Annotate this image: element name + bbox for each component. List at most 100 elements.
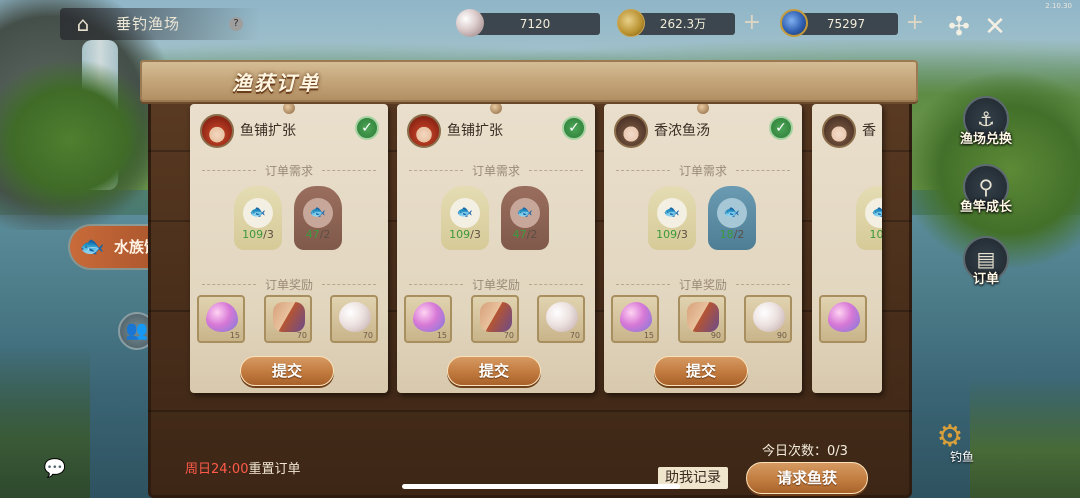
reward-heading: 订单奖励	[604, 276, 802, 293]
reward-qty: 70	[296, 331, 307, 340]
heart-gem-icon	[828, 302, 860, 332]
fish-icon: 🐟	[303, 198, 333, 228]
chat-icon[interactable]: 💬	[42, 458, 68, 480]
daily-attempts: 今日次数：0/3	[762, 444, 848, 459]
fishery-exchange-button[interactable]: ⚓ 渔场兑换	[958, 96, 1014, 147]
reward-item[interactable]: 90	[678, 295, 726, 343]
handshake-icon	[687, 302, 719, 332]
reward-qty: 90	[776, 331, 787, 340]
demand-heading: 订单需求	[190, 162, 388, 179]
rod-growth-label: 鱼竿成长	[959, 200, 1012, 215]
reward-qty: 90	[710, 331, 721, 340]
order-label: 订单	[972, 272, 999, 287]
fish-count: 109/3	[242, 228, 274, 241]
reward-qty: 70	[362, 331, 373, 340]
heart-gem-icon	[413, 302, 445, 332]
reward-item[interactable]: 15	[197, 295, 245, 343]
handshake-icon	[480, 302, 512, 332]
reward-qty: 70	[569, 331, 580, 340]
coin-value: 262.3万	[659, 17, 707, 31]
reeds-right	[970, 378, 1080, 498]
pearl-counter: 7120	[456, 9, 600, 37]
fish-count: 47/2	[512, 228, 538, 241]
demand-heading: 订单需求	[397, 162, 595, 179]
gem-counter: 75297 +	[780, 9, 924, 37]
panel-title: 渔获订单	[232, 71, 320, 95]
request-catch-button[interactable]: 请求鱼获	[746, 462, 868, 494]
reset-text: 重置订单	[248, 462, 301, 477]
fish-count: 47/2	[305, 228, 331, 241]
fish-icon: 🐟	[865, 198, 882, 228]
version-label: 2.10.30	[1045, 2, 1072, 10]
fish-icon: 🐟	[657, 198, 687, 228]
fish-slot[interactable]: 🐟 47/2	[294, 186, 342, 250]
heart-gem-icon	[620, 302, 652, 332]
avatar	[614, 114, 648, 148]
add-coin-button[interactable]: +	[743, 12, 761, 34]
order-card: 鱼铺扩张 ✓ 订单需求 🐟 109/3 🐟 47/2 订单奖励 15 70 70…	[190, 104, 388, 393]
fish-count: 109/3	[449, 228, 481, 241]
reward-qty: 15	[643, 331, 654, 340]
submit-button[interactable]: 提交	[654, 356, 748, 386]
fish-count: 109/3	[656, 228, 688, 241]
fish-slot[interactable]: 🐟 109/3	[648, 186, 696, 250]
fishery-exchange-label: 渔场兑换	[959, 132, 1012, 147]
fishing-button[interactable]: ⚙ 钓鱼	[920, 420, 980, 465]
help-icon[interactable]: ?	[229, 17, 243, 31]
reward-qty: 15	[229, 331, 240, 340]
pearl-icon	[546, 302, 578, 332]
reward-item[interactable]: 70	[330, 295, 378, 343]
reward-item[interactable]: 70	[537, 295, 585, 343]
check-icon: ✓	[769, 116, 793, 140]
order-button[interactable]: ▤ 订单	[958, 236, 1014, 287]
fish-slot[interactable]: 🐟 109	[856, 186, 882, 250]
pin-icon	[697, 104, 709, 114]
close-icon[interactable]: ✕	[980, 12, 1010, 42]
reward-item[interactable]: 90	[744, 295, 792, 343]
collapse-icon[interactable]: ✣	[944, 12, 974, 42]
fishing-label: 钓鱼	[949, 450, 974, 464]
gem-value: 75297	[826, 17, 866, 31]
fish-slot[interactable]: 🐟 109/3	[441, 186, 489, 250]
fish-icon: 🐟	[450, 198, 480, 228]
home-icon[interactable]: ⌂	[70, 12, 96, 36]
fish-icon: 🐟	[717, 198, 747, 228]
submit-button[interactable]: 提交	[240, 356, 334, 386]
check-icon: ✓	[355, 116, 379, 140]
fish-slot[interactable]: 🐟 47/2	[501, 186, 549, 250]
pin-icon	[283, 104, 295, 114]
reward-item[interactable]: 70	[264, 295, 312, 343]
pearl-value: 7120	[519, 17, 551, 31]
submit-button[interactable]: 提交	[447, 356, 541, 386]
reward-qty: 70	[503, 331, 514, 340]
order-name: 鱼铺扩张	[240, 123, 296, 139]
rod-growth-button[interactable]: ⚲ 鱼竿成长	[958, 164, 1014, 215]
handshake-icon	[273, 302, 305, 332]
fish-icon: 🐟	[243, 198, 273, 228]
reward-heading: 订单奖励	[190, 276, 388, 293]
heart-gem-icon	[206, 302, 238, 332]
order-name: 香浓鱼汤	[654, 123, 710, 139]
fish-slot[interactable]: 🐟 18/2	[708, 186, 756, 250]
area-name: 垂钓渔场	[116, 15, 181, 33]
reward-item[interactable]: 15	[611, 295, 659, 343]
fish-icon: 🐟	[79, 234, 105, 258]
fish-slot[interactable]: 🐟 109/3	[234, 186, 282, 250]
avatar	[822, 114, 856, 148]
avatar	[200, 114, 234, 148]
add-gem-button[interactable]: +	[906, 12, 924, 34]
reward-item[interactable]: 15	[404, 295, 452, 343]
coin-counter: 262.3万 +	[617, 9, 761, 37]
order-name: 鱼铺扩张	[447, 123, 503, 139]
fish-count: 18/2	[719, 228, 745, 241]
pearl-icon	[753, 302, 785, 332]
foliage-left	[0, 60, 160, 220]
pearl-icon	[339, 302, 371, 332]
order-card: 鱼铺扩张 ✓ 订单需求 🐟 109/3 🐟 47/2 订单奖励 15 70 70…	[397, 104, 595, 393]
reset-time: 周日24:00	[185, 462, 249, 477]
fish-count: 109	[869, 228, 883, 241]
reward-item[interactable]	[819, 295, 867, 343]
order-name: 香	[862, 123, 876, 139]
home-indicator[interactable]	[402, 484, 680, 489]
reward-item[interactable]: 70	[471, 295, 519, 343]
